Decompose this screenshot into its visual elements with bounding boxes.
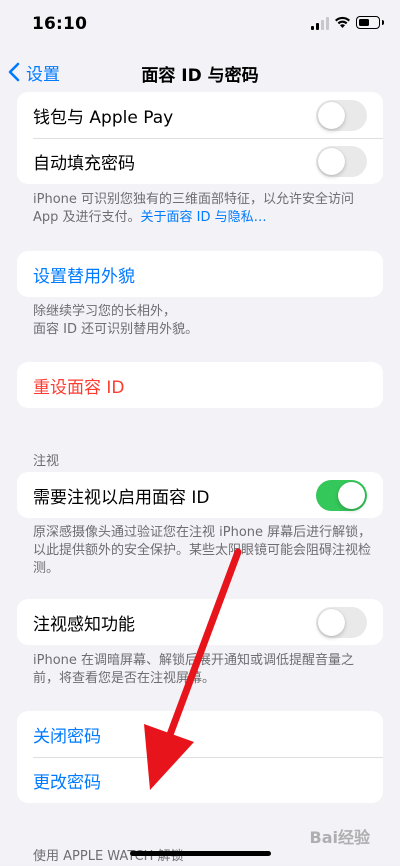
status-bar: 16:10 <box>0 0 400 50</box>
passcode-group: 关闭密码 更改密码 <box>17 711 383 803</box>
wallet-apple-pay-toggle[interactable] <box>316 100 367 131</box>
wifi-icon <box>335 16 350 28</box>
reset-group: 重设面容 ID <box>17 362 383 408</box>
alternate-appearance-footnote: 除继续学习您的长相外， 面容 ID 还可识别替用外貌。 <box>33 303 373 339</box>
status-time: 16:10 <box>32 14 88 34</box>
attention-section-header: 注视 <box>33 454 60 469</box>
face-id-privacy-link[interactable]: 关于面容 ID 与隐私… <box>141 210 267 225</box>
require-attention-footnote: 原深感摄像头通过验证您在注视 iPhone 屏幕后进行解锁，以此提供额外的安全保… <box>33 525 372 576</box>
wallet-apple-pay-row: 钱包与 Apple Pay <box>17 92 383 138</box>
attention-aware-group: 注视感知功能 <box>17 599 383 645</box>
alternate-appearance-group: 设置替用外貌 <box>17 251 383 297</box>
password-autofill-label: 自动填充密码 <box>33 153 135 174</box>
alternate-appearance-footnote-line1: 除继续学习您的长相外， <box>33 304 177 319</box>
reset-face-id-button[interactable]: 重设面容 ID <box>17 362 383 408</box>
cellular-signal-icon <box>311 17 329 30</box>
battery-icon <box>356 16 384 29</box>
turn-passcode-off-button[interactable]: 关闭密码 <box>17 711 383 757</box>
attention-aware-footnote: iPhone 在调暗屏幕、解锁后展开通知或调低提醒音量之前，将查看您是否在注视屏… <box>33 653 355 686</box>
home-indicator <box>130 851 271 856</box>
set-up-alternate-appearance-button[interactable]: 设置替用外貌 <box>17 251 383 297</box>
require-attention-group: 需要注视以启用面容 ID <box>17 472 383 518</box>
password-autofill-toggle[interactable] <box>316 146 367 177</box>
require-attention-label: 需要注视以启用面容 ID <box>33 487 210 508</box>
wallet-apple-pay-label: 钱包与 Apple Pay <box>33 107 174 128</box>
change-passcode-button[interactable]: 更改密码 <box>17 757 383 803</box>
attention-aware-label: 注视感知功能 <box>33 614 135 635</box>
biometric-usage-group: 钱包与 Apple Pay 自动填充密码 <box>17 92 383 184</box>
face-id-footnote: iPhone 可识别您独有的三维面部特征，以允许安全访问 App 及进行支付。关… <box>33 191 373 227</box>
page-title: 面容 ID 与密码 <box>141 66 259 86</box>
navigation-bar: 设置 面容 ID 与密码 <box>0 52 400 92</box>
attention-aware-row: 注视感知功能 <box>17 599 383 645</box>
require-attention-row: 需要注视以启用面容 ID <box>17 472 383 518</box>
attention-aware-toggle[interactable] <box>316 607 367 638</box>
alternate-appearance-footnote-line2: 面容 ID 还可识别替用外貌。 <box>33 322 199 337</box>
password-autofill-row: 自动填充密码 <box>17 138 383 184</box>
require-attention-toggle[interactable] <box>316 480 367 511</box>
baidu-watermark: Bai经验 <box>309 828 370 847</box>
